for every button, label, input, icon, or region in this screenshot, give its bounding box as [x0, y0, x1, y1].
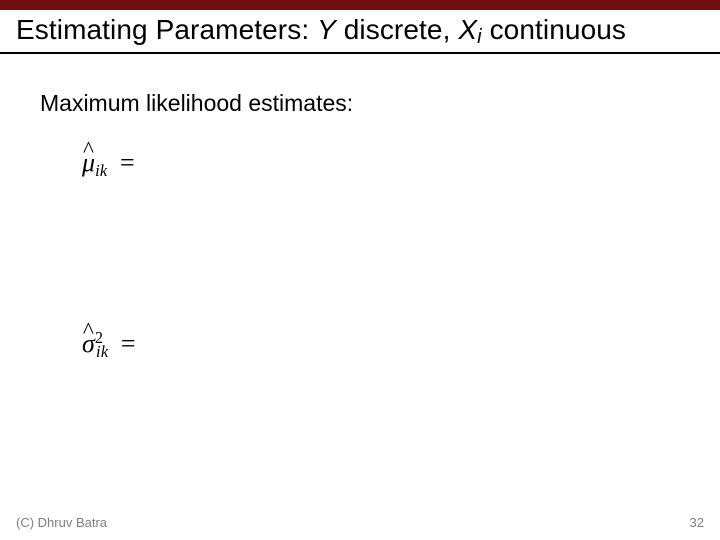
slide: Estimating Parameters: Y discrete, Xi co…: [0, 0, 720, 540]
slide-title: Estimating Parameters: Y discrete, Xi co…: [16, 14, 716, 49]
title-prefix: Estimating Parameters:: [16, 14, 317, 45]
title-y-var: Y: [317, 14, 336, 45]
mu-sub: ik: [95, 161, 107, 180]
sigma-eq-sign: =: [115, 329, 136, 358]
footer-copyright: (C) Dhruv Batra: [16, 515, 107, 530]
title-underline: [0, 52, 720, 54]
title-suffix: continuous: [482, 14, 626, 45]
hat-icon: ^: [83, 137, 94, 164]
title-mid: discrete,: [336, 14, 458, 45]
sigma-sub: ik: [96, 342, 108, 361]
footer-page-number: 32: [690, 515, 704, 530]
title-x-var: X: [458, 14, 477, 45]
sigma-hat: ^ σ: [82, 329, 95, 359]
equation-mu: ^ μ ik =: [82, 148, 135, 181]
slide-body: Maximum likelihood estimates:: [40, 90, 680, 117]
top-accent-bar: [0, 0, 720, 10]
mle-heading: Maximum likelihood estimates:: [40, 90, 680, 117]
hat-icon: ^: [83, 318, 94, 345]
mu-eq-sign: =: [114, 148, 135, 177]
mu-hat: ^ μ: [82, 148, 95, 178]
equation-sigma: ^ σ 2ik =: [82, 328, 136, 362]
